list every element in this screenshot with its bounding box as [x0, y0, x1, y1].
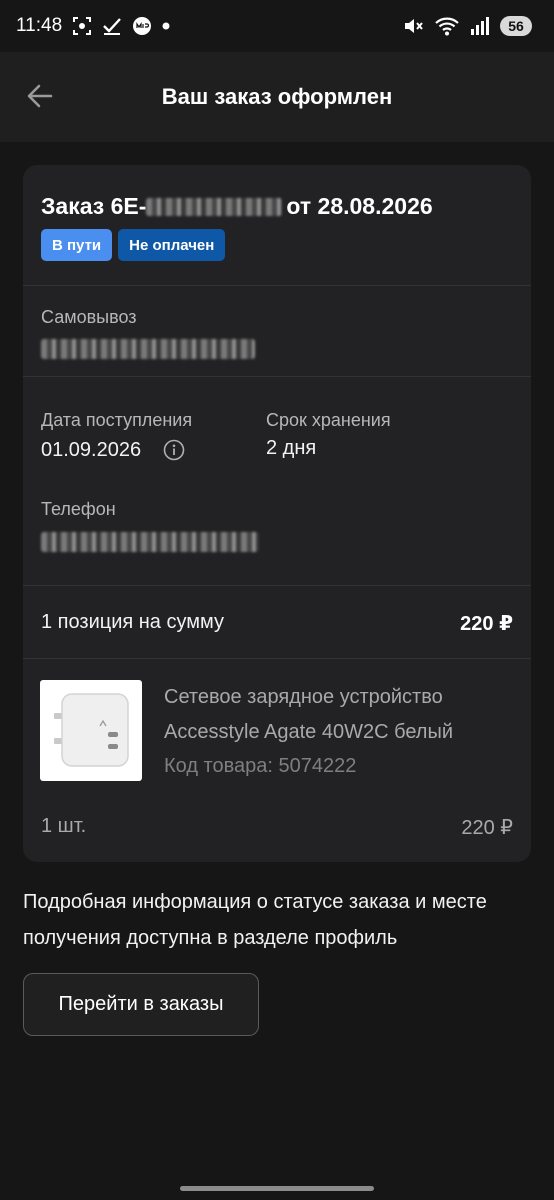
status-badge-unpaid: Не оплачен: [118, 229, 226, 261]
order-card: Заказ 6E- от 28.08.2026 В пути Не оплаче…: [23, 165, 531, 862]
divider: [23, 376, 531, 377]
pickup-label: Самовывоз: [41, 307, 137, 327]
order-title-date: от 28.08.2026: [286, 193, 433, 219]
status-badges: В пути Не оплачен: [41, 229, 226, 261]
status-right: 56: [402, 15, 532, 37]
go-to-orders-button[interactable]: Перейти в заказы: [23, 973, 259, 1036]
arrival-date-value: 01.09.2026: [41, 439, 142, 461]
product-price: 220 ₽: [461, 817, 513, 839]
divider: [23, 658, 531, 659]
info-icon[interactable]: [163, 439, 185, 461]
product-quantity: 1 шт.: [41, 815, 87, 837]
order-info-text: Подробная информация о статусе заказа и …: [23, 891, 487, 949]
storage-term-label: Срок хранения: [266, 410, 391, 430]
dot-icon: [162, 22, 170, 30]
product-code-label: Код товара:: [164, 755, 273, 777]
product-code-value: 5074222: [278, 755, 357, 777]
back-button[interactable]: [24, 80, 56, 112]
storage-term-value: 2 дня: [266, 437, 317, 459]
arrow-left-icon: [27, 84, 53, 108]
home-indicator[interactable]: [180, 1186, 374, 1191]
order-title: Заказ 6E- от 28.08.2026: [41, 193, 433, 220]
product-code: Код товара: 5074222: [164, 755, 356, 778]
mute-icon: [402, 15, 424, 37]
product-name-link[interactable]: Сетевое зарядное устройство Accesstyle A…: [164, 680, 509, 750]
signal-icon: [470, 16, 490, 36]
product-image[interactable]: [40, 680, 142, 781]
status-time: 11:48: [16, 15, 63, 36]
pickup-address-redacted: [41, 339, 255, 359]
page-title: Ваш заказ оформлен: [161, 84, 393, 109]
phone-label: Телефон: [41, 499, 116, 519]
order-title-prefix: Заказ 6E-: [41, 193, 147, 219]
status-bar: 11:48 56: [0, 0, 554, 52]
battery-indicator: 56: [500, 16, 532, 36]
divider: [23, 285, 531, 286]
screenshot-icon: [72, 16, 92, 36]
wifi-icon: [434, 15, 460, 37]
app-bar: Ваш заказ оформлен: [0, 52, 554, 142]
check-icon: [102, 16, 122, 36]
mir-pay-icon: [132, 16, 152, 36]
divider: [23, 585, 531, 586]
status-left: 11:48: [16, 15, 170, 37]
order-number-redacted: [146, 197, 283, 216]
order-sum-label: 1 позиция на сумму: [41, 611, 224, 633]
status-badge-in-transit: В пути: [41, 229, 113, 261]
phone-value-redacted: [41, 532, 259, 552]
arrival-date-label: Дата поступления: [41, 410, 193, 430]
order-sum-value: 220 ₽: [460, 613, 513, 635]
